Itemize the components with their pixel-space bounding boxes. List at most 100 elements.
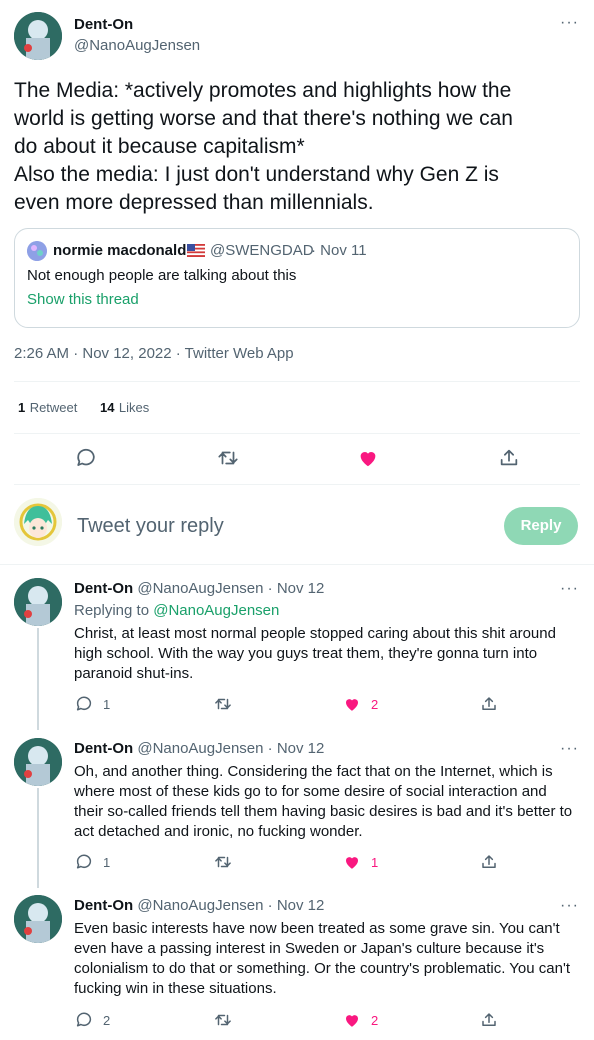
reply-author-handle[interactable]: @NanoAugJensen [137,580,263,597]
tweet-text-line: Also the media: I just don't understand … [14,163,499,186]
reply-date[interactable]: · Nov 12 [268,580,325,597]
retweet-count: 1 [18,400,26,415]
reply-icon[interactable] [75,447,97,469]
like-label: Likes [118,400,150,415]
tweet-text-line: The Media: *actively promotes and highli… [14,79,512,102]
replying-to-handle[interactable]: @NanoAugJensen [153,602,279,619]
like-count: 2 [371,696,379,712]
tweet-text-line: world is getting worse and that there's … [14,107,513,130]
reply-count: 2 [103,1012,111,1028]
tweet-text-line: even more depressed than millennials. [14,191,374,214]
reply-text-line: Even basic interests have now been treat… [74,920,560,937]
reply-action[interactable]: 1 [75,695,110,713]
reply-text: Oh, and another thing. Considering the f… [74,762,586,842]
divider [14,484,580,485]
user-avatar[interactable] [14,498,62,546]
retweet-action[interactable] [214,853,242,871]
like-icon [346,699,358,711]
reply-action[interactable]: 2 [75,1011,110,1029]
author-name[interactable]: Dent-On [74,16,133,33]
retweet-stats[interactable]: 1 Retweet [18,399,77,417]
reply-header: Dent-On @NanoAugJensen · Nov 12 [74,580,324,597]
reply-text-line: even have a passing interest in Sweden o… [74,940,545,957]
more-options-icon[interactable]: ··· [560,740,579,758]
more-options-icon[interactable]: ··· [560,14,579,32]
quoted-author-handle: @SWENGDAD [210,242,314,259]
quoted-author-avatar [27,241,47,261]
like-action[interactable]: 1 [343,853,378,871]
reply-author-name[interactable]: Dent-On [74,897,133,914]
reply-count: 1 [103,854,111,870]
reply-text-line: colonialism to do that or something. Or … [74,960,570,977]
author-avatar[interactable] [14,12,62,60]
replying-to: Replying to @NanoAugJensen [74,602,279,619]
reply-compose-input[interactable]: Tweet your reply [77,515,224,538]
retweet-icon [215,1014,231,1026]
reply-icon [76,696,92,711]
reply-author-name[interactable]: Dent-On [74,740,133,757]
reply-text-line: fucking win in these situations. [74,980,277,997]
like-action[interactable]: 2 [343,695,378,713]
like-stats[interactable]: 14 Likes [100,399,149,417]
divider [14,433,580,434]
thread-connector [37,628,39,730]
reply-avatar[interactable] [14,738,62,786]
more-options-icon[interactable]: ··· [560,580,579,598]
reply-text-line: high school. With the way you guys treat… [74,645,538,662]
us-flag-icon [187,244,205,257]
share-action[interactable] [480,853,498,871]
reply-text: Even basic interests have now been treat… [74,919,586,999]
like-icon [346,857,358,869]
reply-text-line: Christ, at least most normal people stop… [74,625,556,642]
share-icon [482,855,496,868]
share-icon [482,697,496,710]
retweet-action[interactable] [214,695,242,713]
tweet-text-line: do about it because capitalism* [14,135,305,158]
retweet-action[interactable] [214,1011,242,1029]
replying-to-label: Replying to [74,602,150,619]
reply-header: Dent-On @NanoAugJensen · Nov 12 [74,897,324,914]
tweet-text: The Media: *actively promotes and highli… [14,77,584,217]
tweet-timestamp[interactable]: 2:26 AM · Nov 12, 2022 · Twitter Web App [14,345,294,362]
share-icon[interactable] [498,447,520,469]
show-thread-link[interactable]: Show this thread [27,291,139,308]
reply-avatar[interactable] [14,578,62,626]
reply-text-line: where most of these kids go to for some … [74,783,547,800]
divider [14,381,580,382]
quoted-text: Not enough people are talking about this [27,267,297,284]
reply-text-line: their so-called friends tell them having… [74,803,573,820]
like-count: 14 [100,400,115,415]
retweet-icon [215,856,231,868]
retweet-icon[interactable] [217,447,239,469]
thread-connector [37,788,39,888]
share-action[interactable] [480,695,498,713]
reply-text-line: paranoid shut-ins. [74,665,194,682]
reply-header: Dent-On @NanoAugJensen · Nov 12 [74,740,324,757]
like-count: 1 [371,854,379,870]
like-action[interactable]: 2 [343,1011,378,1029]
like-icon[interactable] [357,447,379,469]
retweet-label: Retweet [29,400,78,415]
reply-author-name[interactable]: Dent-On [74,580,133,597]
reply-avatar[interactable] [14,895,62,943]
like-count: 2 [371,1012,379,1028]
share-icon [482,1013,496,1026]
reply-author-handle[interactable]: @NanoAugJensen [137,740,263,757]
author-handle[interactable]: @NanoAugJensen [74,37,200,54]
reply-text-line: Oh, and another thing. Considering the f… [74,763,553,780]
reply-count: 1 [103,696,111,712]
more-options-icon[interactable]: ··· [560,897,579,915]
reply-button[interactable]: Reply [504,507,578,545]
reply-action[interactable]: 1 [75,853,110,871]
reply-date[interactable]: · Nov 12 [268,740,325,757]
reply-author-handle[interactable]: @NanoAugJensen [137,897,263,914]
divider [0,564,594,565]
quoted-date: · Nov 11 [311,242,367,259]
quoted-tweet[interactable]: normie macdonald @SWENGDAD · Nov 11 Not … [14,228,580,328]
quoted-author-name: normie macdonald [53,242,187,259]
reply-date[interactable]: · Nov 12 [268,897,325,914]
share-action[interactable] [480,1011,498,1029]
reply-icon [76,854,92,869]
reply-text: Christ, at least most normal people stop… [74,624,584,684]
retweet-icon [215,698,231,710]
